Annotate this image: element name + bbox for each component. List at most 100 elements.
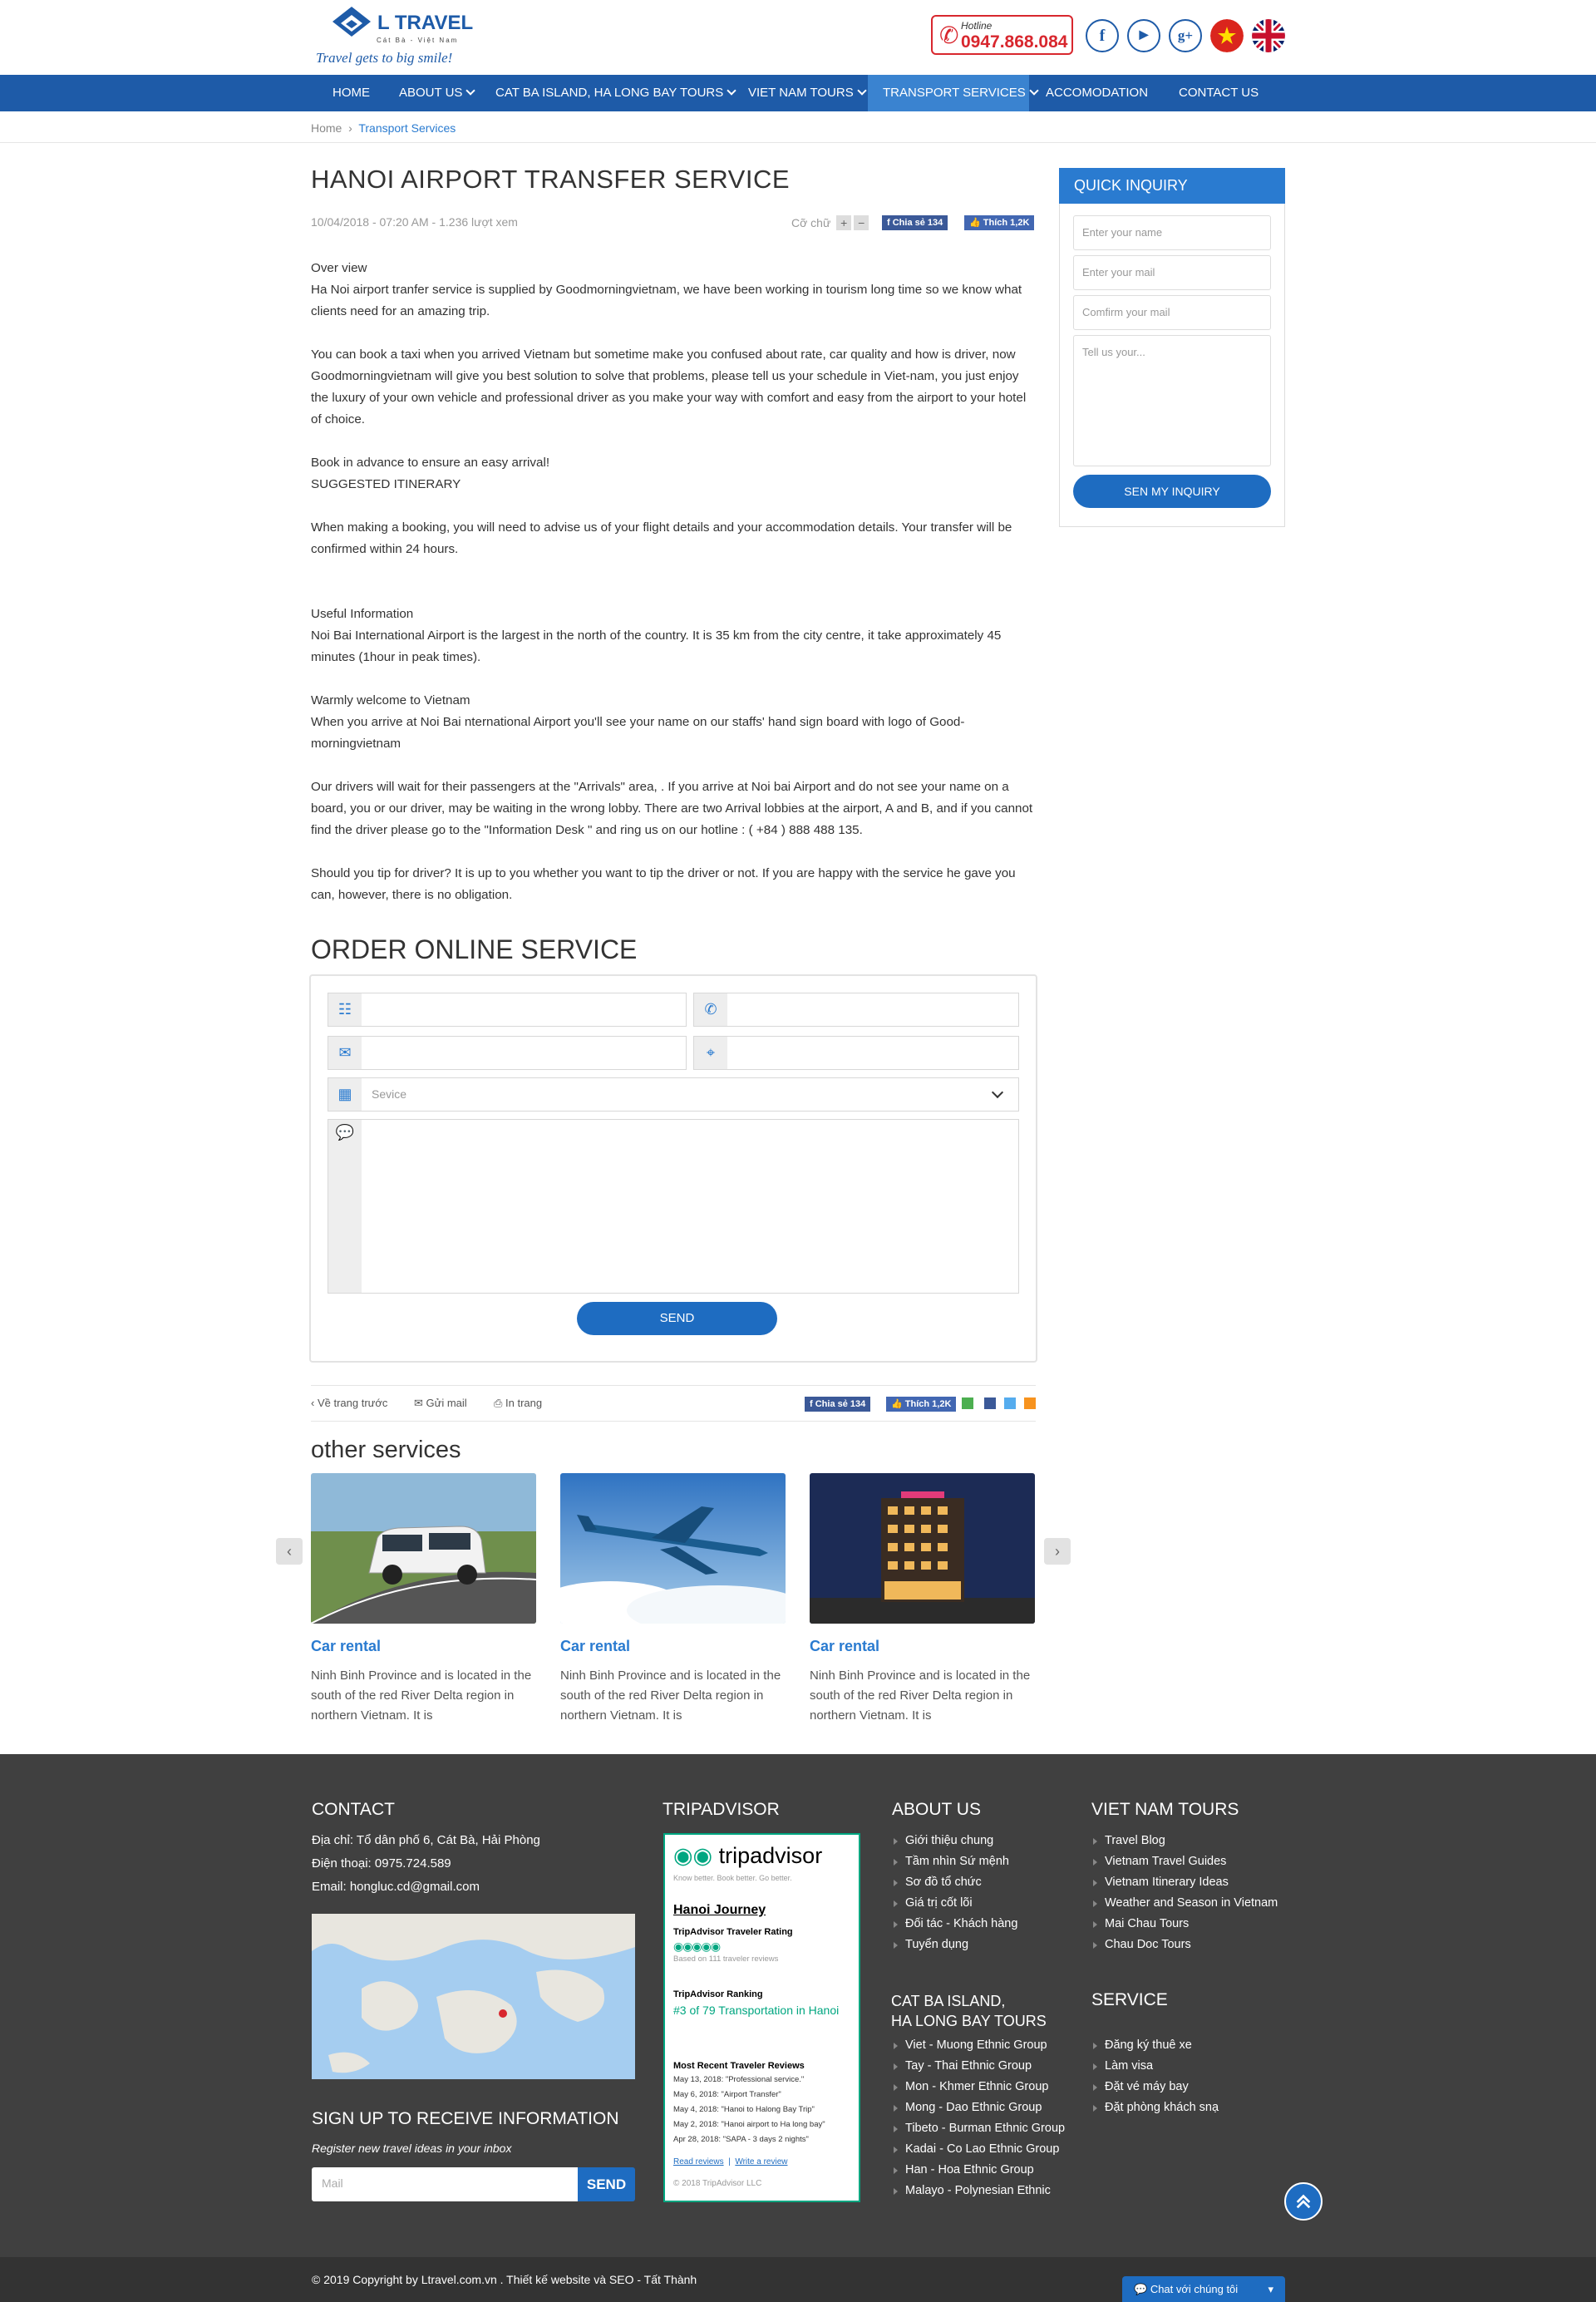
tripadvisor-review[interactable]: May 4, 2018: "Hanoi to Halong Bay Trip" bbox=[673, 2105, 850, 2114]
nav-catba-tours[interactable]: CAT BA ISLAND, HA LONG BAY TOURS bbox=[485, 75, 745, 111]
inquiry-name-input[interactable]: Enter your name bbox=[1073, 215, 1271, 250]
facebook-share-button[interactable]: f Chia sẻ 134 bbox=[805, 1397, 871, 1412]
paragraph: Ha Noi airport tranfer service is suppli… bbox=[311, 283, 1022, 318]
service-select[interactable]: ▦ Sevice bbox=[328, 1077, 1019, 1112]
logo-icon[interactable] bbox=[331, 5, 372, 43]
footer-link[interactable]: Malayo - Polynesian Ethnic bbox=[892, 2181, 1065, 2201]
page: L TRAVEL Cát Bà - Việt Nam Travel gets t… bbox=[0, 0, 1596, 2302]
footer-link[interactable]: Tibeto - Burman Ethnic Group bbox=[892, 2118, 1065, 2139]
footer-map[interactable] bbox=[312, 1914, 635, 2079]
paragraph: When you arrive at Noi Bai nternational … bbox=[311, 715, 965, 751]
read-reviews-link[interactable]: Read reviews bbox=[673, 2157, 724, 2166]
google-plus-icon[interactable]: g+ bbox=[1169, 19, 1202, 52]
footer-link[interactable]: Tầm nhìn Sứ mệnh bbox=[892, 1851, 1017, 1872]
twitter-share-icon[interactable] bbox=[1004, 1397, 1016, 1409]
paragraph bbox=[311, 495, 1036, 517]
logo-text[interactable]: L TRAVEL bbox=[377, 12, 473, 35]
email-field[interactable]: ✉ bbox=[328, 1036, 687, 1070]
vietnam-flag-icon[interactable] bbox=[1210, 19, 1244, 52]
footer-link[interactable]: Travel Blog bbox=[1091, 1831, 1278, 1851]
more-share-icon[interactable] bbox=[1024, 1397, 1036, 1409]
font-decrease-button[interactable]: − bbox=[854, 215, 869, 230]
footer-link[interactable]: Mai Chau Tours bbox=[1091, 1914, 1278, 1935]
paragraph bbox=[311, 560, 1036, 582]
tripadvisor-review[interactable]: Apr 28, 2018: "SAPA - 3 days 2 nights" bbox=[673, 2135, 850, 2144]
nav-about-us[interactable]: ABOUT US bbox=[389, 75, 484, 111]
chat-widget-button[interactable]: 💬 Chat với chúng tôi ▾ bbox=[1122, 2276, 1285, 2302]
facebook-like-button[interactable]: 👍 Thích 1,2K bbox=[886, 1397, 957, 1412]
nav-contact-us[interactable]: CONTACT US bbox=[1169, 75, 1268, 111]
message-textarea[interactable]: 💬 bbox=[328, 1119, 1019, 1294]
paragraph: You can book a taxi when you arrived Vie… bbox=[311, 348, 1027, 426]
card-title[interactable]: Car rental bbox=[810, 1638, 879, 1655]
carousel-prev-button[interactable]: ‹ bbox=[276, 1538, 303, 1565]
card-image-hotel[interactable] bbox=[810, 1473, 1035, 1624]
footer-link[interactable]: Mong - Dao Ethnic Group bbox=[892, 2097, 1065, 2118]
youtube-icon[interactable]: ▶ bbox=[1127, 19, 1160, 52]
card-image-airplane[interactable] bbox=[560, 1473, 786, 1624]
inquiry-mail-input[interactable]: Enter your mail bbox=[1073, 255, 1271, 290]
tripadvisor-rating-label: TripAdvisor Traveler Rating bbox=[673, 1927, 793, 1937]
breadcrumb-current[interactable]: Transport Services bbox=[358, 121, 456, 135]
name-field[interactable]: ☷ bbox=[328, 993, 687, 1027]
facebook-icon[interactable]: f bbox=[1086, 19, 1119, 52]
footer-link[interactable]: Vietnam Itinerary Ideas bbox=[1091, 1872, 1278, 1893]
back-link[interactable]: ‹ Về trang trước bbox=[311, 1397, 387, 1409]
phone-field[interactable]: ✆ bbox=[693, 993, 1019, 1027]
footer-link[interactable]: Weather and Season in Vietnam bbox=[1091, 1893, 1278, 1914]
send-inquiry-button[interactable]: SEN MY INQUIRY bbox=[1073, 475, 1271, 508]
print-link[interactable]: ⎙ In trang bbox=[494, 1397, 542, 1410]
footer-link[interactable]: Tay - Thai Ethnic Group bbox=[892, 2056, 1065, 2077]
newsletter-email-input[interactable]: Mail bbox=[312, 2167, 578, 2201]
footer-service-title: SERVICE bbox=[1091, 1990, 1168, 2009]
footer-link[interactable]: Viet - Muong Ethnic Group bbox=[892, 2035, 1065, 2056]
footer-link[interactable]: Chau Doc Tours bbox=[1091, 1935, 1278, 1955]
tripadvisor-business[interactable]: Hanoi Journey bbox=[673, 1903, 850, 1918]
font-increase-button[interactable]: + bbox=[836, 215, 852, 230]
footer-link[interactable]: Đặt vé máy bay bbox=[1091, 2077, 1219, 2097]
card-title[interactable]: Car rental bbox=[560, 1638, 630, 1655]
breadcrumb-home[interactable]: Home bbox=[311, 121, 342, 135]
write-review-link[interactable]: Write a review bbox=[735, 2157, 787, 2166]
card-title[interactable]: Car rental bbox=[311, 1638, 381, 1655]
footer-link[interactable]: Đăng ký thuê xe bbox=[1091, 2035, 1219, 2056]
nav-home[interactable]: HOME bbox=[323, 75, 380, 111]
facebook-share-button[interactable]: f Chia sẻ 134 bbox=[882, 215, 948, 230]
tripadvisor-review[interactable]: May 2, 2018: "Hanoi airport to Ha long b… bbox=[673, 2120, 850, 2129]
footer-link[interactable]: Kadai - Co Lao Ethnic Group bbox=[892, 2139, 1065, 2160]
carousel-next-button[interactable]: › bbox=[1044, 1538, 1071, 1565]
footer-link[interactable]: Tuyển dụng bbox=[892, 1935, 1017, 1955]
quick-inquiry-title: QUICK INQUIRY bbox=[1059, 168, 1285, 204]
back-to-top-button[interactable] bbox=[1284, 2182, 1323, 2221]
uk-flag-icon[interactable] bbox=[1252, 19, 1285, 52]
footer-link[interactable]: Giá trị cốt lõi bbox=[892, 1893, 1017, 1914]
footer-link[interactable]: Đặt phòng khách snạ bbox=[1091, 2097, 1219, 2118]
inquiry-message-textarea[interactable]: Tell us your... bbox=[1073, 335, 1271, 466]
send-button[interactable]: SEND bbox=[577, 1302, 777, 1335]
nav-vietnam-tours[interactable]: VIET NAM TOURS bbox=[738, 75, 875, 111]
nav-accomodation[interactable]: ACCOMODATION bbox=[1036, 75, 1158, 111]
tripadvisor-rank[interactable]: #3 of 79 Transportation in Hanoi bbox=[673, 2003, 850, 2018]
tripadvisor-review[interactable]: May 13, 2018: "Professional service." bbox=[673, 2075, 850, 2084]
footer-link[interactable]: Vietnam Travel Guides bbox=[1091, 1851, 1278, 1872]
tripadvisor-logo[interactable]: ◉◉ tripadvisor bbox=[673, 1843, 850, 1869]
facebook-like-button[interactable]: 👍 Thích 1,2K bbox=[964, 215, 1035, 230]
footer-link[interactable]: Làm visa bbox=[1091, 2056, 1219, 2077]
newsletter-send-button[interactable]: SEND bbox=[578, 2167, 635, 2201]
tripadvisor-review[interactable]: May 6, 2018: "Airport Transfer" bbox=[673, 2090, 850, 2099]
mail-link[interactable]: ✉ Gửi mail bbox=[414, 1397, 467, 1410]
card-image-van[interactable] bbox=[311, 1473, 536, 1624]
footer-link[interactable]: Mon - Khmer Ethnic Group bbox=[892, 2077, 1065, 2097]
inquiry-confirm-input[interactable]: Comfirm your mail bbox=[1073, 295, 1271, 330]
nav-transport-services[interactable]: TRANSPORT SERVICES bbox=[868, 75, 1039, 111]
footer-link[interactable]: Giới thiệu chung bbox=[892, 1831, 1017, 1851]
footer-link[interactable]: Han - Hoa Ethnic Group bbox=[892, 2160, 1065, 2181]
footer-link[interactable]: Sơ đồ tổ chức bbox=[892, 1872, 1017, 1893]
hotline-box[interactable]: ✆ Hotline 0947.868.084 bbox=[931, 15, 1073, 55]
facebook-share-icon[interactable] bbox=[984, 1397, 996, 1409]
address-field[interactable]: ⌖ bbox=[693, 1036, 1019, 1070]
tripadvisor-widget[interactable]: ◉◉ tripadvisor Know better. Book better.… bbox=[663, 1833, 860, 2202]
footer-link[interactable]: Đối tác - Khách hàng bbox=[892, 1914, 1017, 1935]
hotline-number[interactable]: 0947.868.084 bbox=[961, 32, 1067, 52]
zing-share-icon[interactable] bbox=[962, 1397, 973, 1409]
